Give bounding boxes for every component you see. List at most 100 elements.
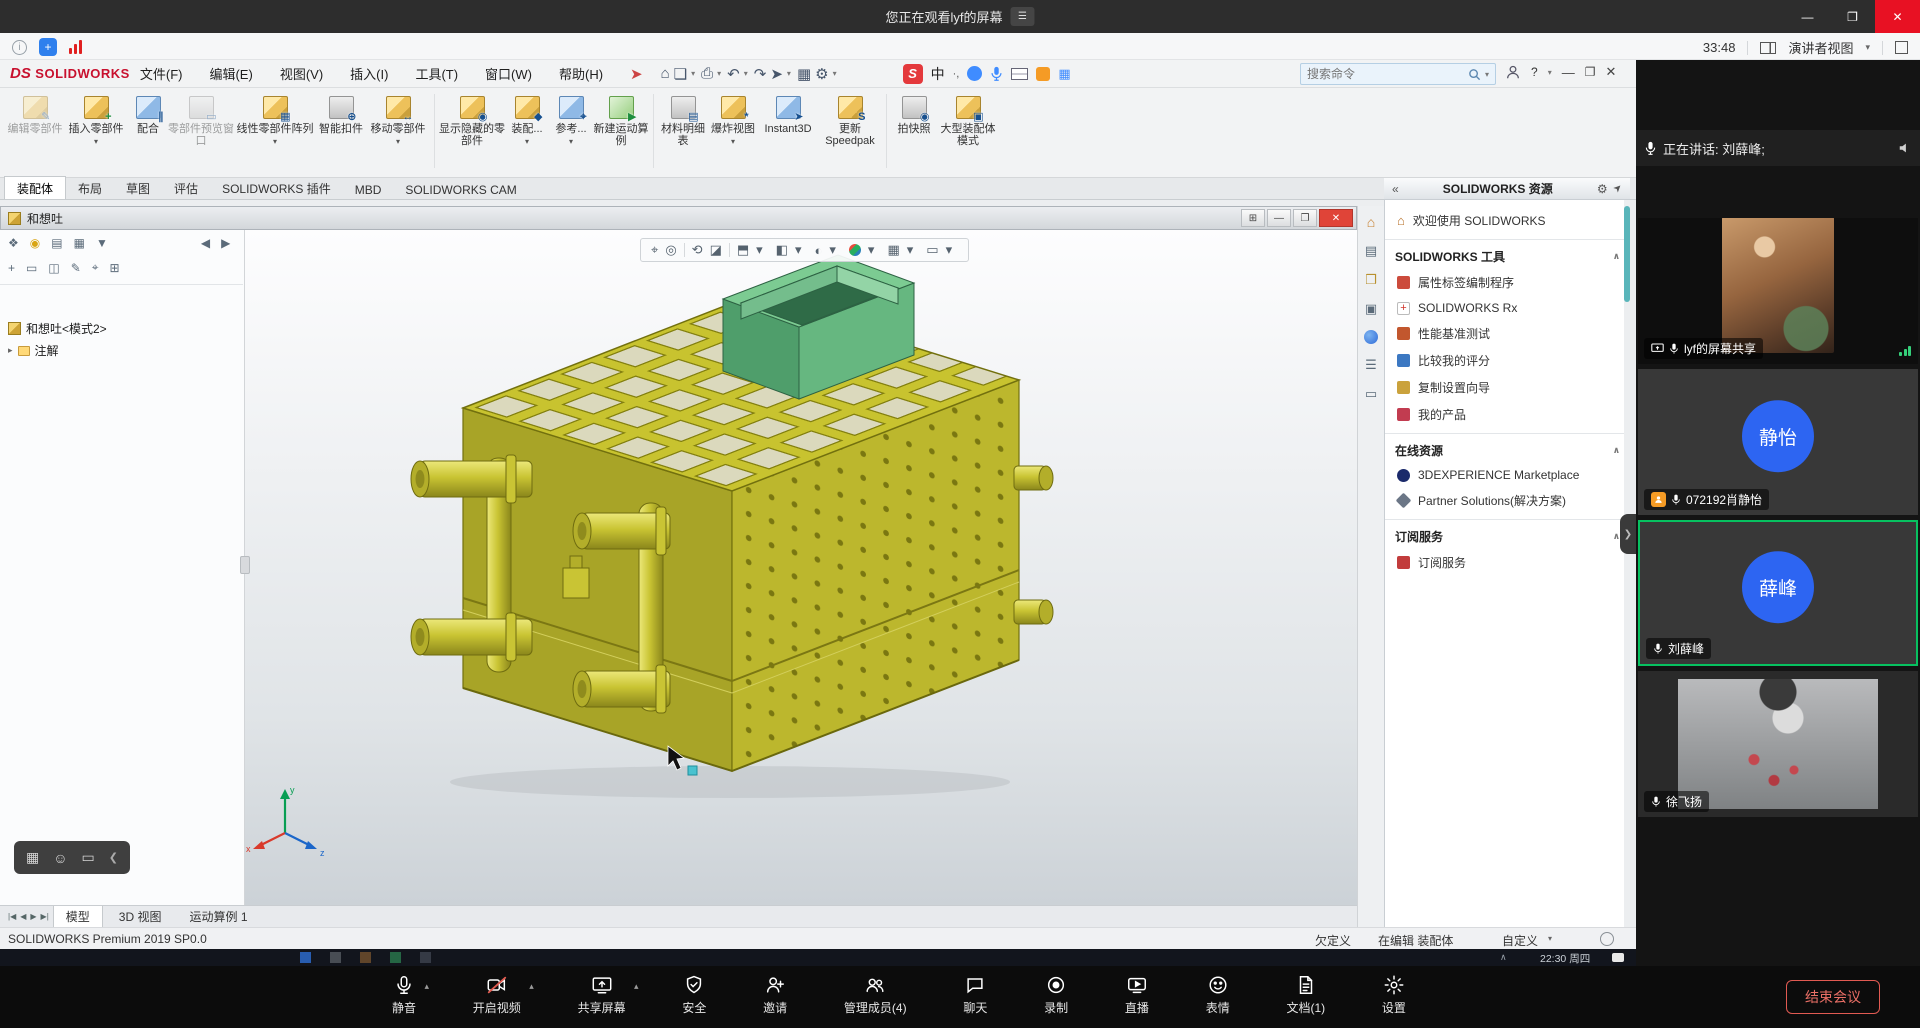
expand-caret-icon[interactable]: ▴ — [424, 981, 429, 992]
tab-model[interactable]: 模型 — [53, 906, 103, 928]
ribbon-update-speedpak[interactable]: S更新Speedpak — [818, 88, 882, 147]
ribbon-smart-fasteners[interactable]: ⊕智能扣件 — [316, 88, 366, 135]
print-icon[interactable]: ⎙ — [701, 65, 713, 82]
ribbon-reference-geometry[interactable]: ⌖参考...▾ — [549, 88, 593, 144]
command-search-input[interactable] — [1307, 67, 1464, 81]
ime-toolbox-icon[interactable]: ▦ — [1058, 66, 1070, 82]
expand-caret-icon[interactable]: ▴ — [529, 981, 534, 992]
fm-grid-icon[interactable]: ▭ — [26, 261, 37, 275]
collapse-icon[interactable]: ∧ — [1613, 531, 1620, 542]
help-menu[interactable]: ? — [1531, 65, 1538, 79]
collapse-icon[interactable]: ∧ — [1613, 251, 1620, 262]
select-icon[interactable]: ➤ — [770, 65, 783, 83]
status-help-icon[interactable] — [1600, 932, 1614, 946]
rebuild-icon[interactable]: ▦ — [797, 65, 811, 83]
redo-icon[interactable]: ↷ — [754, 65, 767, 83]
fm-configuration-tab-icon[interactable]: ▤ — [51, 236, 62, 250]
live-button[interactable]: 直播 — [1125, 974, 1149, 1016]
taskbar-clock[interactable]: 22:30 周四 — [1540, 951, 1590, 966]
fm-display-tab-icon[interactable]: ▼ — [96, 236, 108, 250]
display-style-icon[interactable]: ◧ — [776, 242, 788, 258]
participant-tile-liuxuefeng[interactable]: 薛峰 刘薛峰 — [1638, 520, 1918, 666]
status-dropdown-icon[interactable]: ▾ — [1548, 934, 1552, 943]
prev-tab-icon[interactable]: ◀ — [20, 912, 26, 921]
fm-target-icon[interactable]: ⌖ — [92, 260, 99, 275]
menu-edit[interactable]: 编辑(E) — [209, 64, 252, 83]
tab-mbd[interactable]: MBD — [343, 180, 394, 199]
search-icon[interactable] — [1468, 68, 1481, 81]
zoom-area-icon[interactable]: ◎ — [665, 242, 676, 258]
ime-account-icon[interactable] — [967, 66, 982, 81]
fullscreen-icon[interactable] — [1895, 41, 1908, 54]
record-button[interactable]: 录制 — [1044, 974, 1068, 1016]
ribbon-insert-component[interactable]: +插入零部件▾ — [64, 88, 128, 144]
tab-motion-study[interactable]: 运动算例 1 — [177, 906, 259, 927]
whiteboard-icon[interactable]: ▭ — [82, 849, 95, 866]
fm-tree-tab-icon[interactable]: ❖ — [8, 236, 19, 250]
selection-handle[interactable] — [688, 766, 697, 775]
ribbon-take-snapshot[interactable]: ◉拍快照 — [891, 88, 937, 135]
menu-insert[interactable]: 插入(I) — [350, 64, 388, 83]
pin-icon[interactable]: ➤ — [630, 65, 643, 83]
expand-arrow-icon[interactable]: ▸ — [8, 345, 13, 356]
ribbon-large-assembly-mode[interactable]: ▣大型装配体模式 — [937, 88, 999, 147]
settings-button[interactable]: 设置 — [1382, 974, 1406, 1016]
menu-tools[interactable]: 工具(T) — [415, 64, 458, 83]
section-sw-tools[interactable]: SOLIDWORKS 工具 ∧ — [1385, 239, 1630, 269]
status-custom[interactable]: 自定义 — [1502, 932, 1538, 949]
menu-window[interactable]: 窗口(W) — [485, 64, 532, 83]
collapse-icon[interactable]: ∧ — [1613, 445, 1620, 456]
view-orientation-icon[interactable]: ⬒ — [737, 242, 749, 258]
tree-annotations-item[interactable]: ▸ 注解 — [8, 342, 59, 359]
tree-root-item[interactable]: 和想吐<模式2> — [8, 320, 107, 337]
doc-restore-icon[interactable]: ⊞ — [1241, 209, 1265, 227]
annotation-icon[interactable]: + — [39, 38, 57, 56]
doc-close-icon[interactable]: ✕ — [1319, 209, 1353, 227]
fm-add-icon[interactable]: ⊞ — [110, 261, 120, 275]
ribbon-mate[interactable]: ∥配合 — [128, 88, 168, 135]
ribbon-move-component[interactable]: ↔移动零部件▾ — [366, 88, 430, 144]
fm-edit-icon[interactable]: ✎ — [71, 261, 81, 275]
sw-restore-icon[interactable]: ❐ — [1585, 65, 1596, 79]
tp-partner-solutions[interactable]: Partner Solutions(解决方案) — [1385, 487, 1630, 514]
taskbar-app-icon[interactable] — [330, 952, 341, 963]
ribbon-bom[interactable]: ▤材料明细表 — [658, 88, 708, 147]
end-meeting-button[interactable]: 结束会议 — [1786, 980, 1880, 1014]
screen-menu-button[interactable]: ☰ — [1011, 7, 1035, 26]
section-view-icon[interactable]: ◪ — [710, 242, 722, 258]
first-tab-icon[interactable]: |◀ — [8, 912, 16, 921]
ime-mic-icon[interactable] — [990, 66, 1003, 82]
notification-bubble-icon[interactable] — [1612, 953, 1624, 962]
taskbar-app-icon[interactable] — [420, 952, 431, 963]
next-tab-icon[interactable]: ▶ — [30, 912, 36, 921]
tp-design-library-icon[interactable]: ❒ — [1365, 272, 1377, 288]
zoom-fit-icon[interactable]: ⌖ — [651, 242, 658, 258]
tp-performance-benchmark[interactable]: 性能基准测试 — [1385, 320, 1630, 347]
mute-button[interactable]: 静音 ▴ — [392, 974, 416, 1016]
scene-icon[interactable]: ▦ — [887, 242, 899, 258]
ribbon-instant3d[interactable]: ➤Instant3D — [758, 88, 818, 135]
taskbar-app-icon[interactable] — [300, 952, 311, 963]
taskbar-app-icon[interactable] — [390, 952, 401, 963]
view-settings-icon[interactable]: ▭ — [926, 242, 938, 258]
tab-cam[interactable]: SOLIDWORKS CAM — [393, 180, 528, 199]
fm-dimxpert-tab-icon[interactable]: ▦ — [74, 236, 85, 250]
tp-resources-icon[interactable]: ▤ — [1365, 243, 1377, 259]
view-mode-dropdown[interactable]: 演讲者视图 — [1788, 38, 1853, 57]
tp-view-palette-icon[interactable] — [1364, 330, 1378, 344]
sogou-logo-icon[interactable]: S — [903, 64, 923, 84]
ribbon-exploded-view[interactable]: *爆炸视图▾ — [708, 88, 758, 144]
participant-tile-jingyi[interactable]: 静怡 072192肖静怡 — [1638, 369, 1918, 515]
sw-close-icon[interactable]: ✕ — [1605, 64, 1616, 80]
ribbon-show-hidden[interactable]: ◉显示隐藏的零部件 — [439, 88, 505, 147]
taskpane-options-gear-icon[interactable]: ⚙ — [1597, 182, 1608, 196]
options-gear-icon[interactable]: ⚙ — [815, 65, 828, 83]
hide-show-items-icon[interactable]: ◐ — [815, 243, 823, 258]
command-search[interactable]: ▾ — [1300, 63, 1496, 85]
menu-view[interactable]: 视图(V) — [280, 64, 323, 83]
sign-in-user-icon[interactable] — [1505, 64, 1521, 80]
tp-copy-settings-wizard[interactable]: 复制设置向导 — [1385, 374, 1630, 401]
doc-minimize-icon[interactable]: — — [1267, 209, 1291, 227]
panel-splitter-grip[interactable] — [240, 556, 250, 574]
taskpane-scrollbar[interactable] — [1624, 200, 1630, 927]
